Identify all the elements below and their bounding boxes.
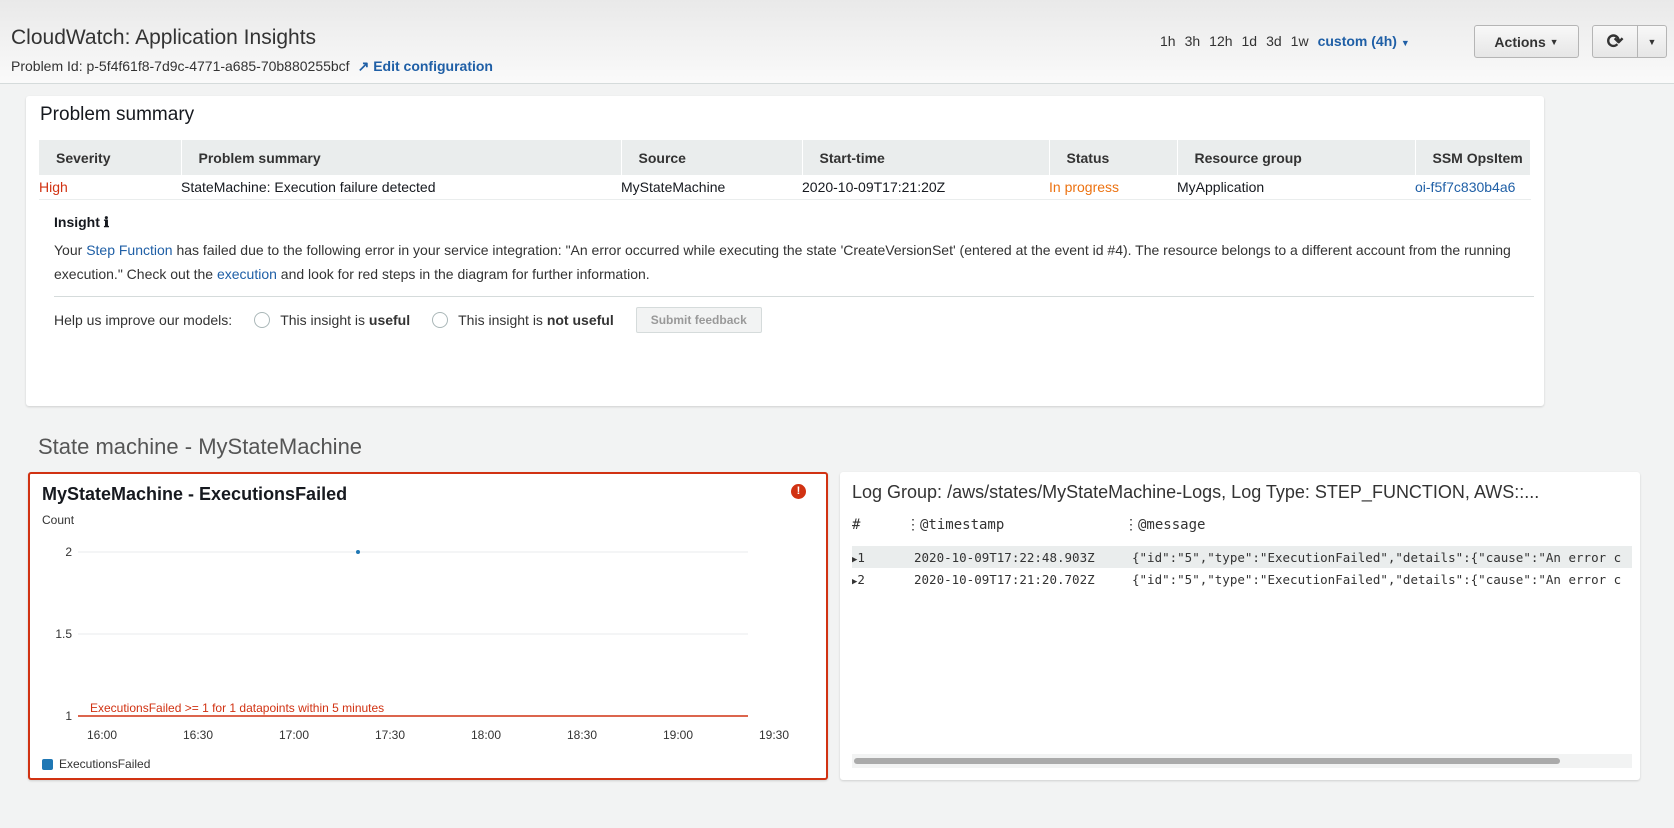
legend-swatch bbox=[42, 759, 53, 770]
insight-label: Insight bbox=[54, 214, 100, 230]
problem-summary: StateMachine: Execution failure detected bbox=[181, 175, 621, 200]
not-useful-option[interactable]: This insight is not useful bbox=[458, 312, 614, 328]
insight: Insight ℹ Your Step Function has failed … bbox=[54, 210, 1534, 286]
problem-summary-panel: Problem summary Severity Problem summary… bbox=[26, 96, 1544, 406]
log-timestamp: 2020-10-09T17:21:20.702Z bbox=[914, 571, 1095, 587]
legend-label: ExecutionsFailed bbox=[59, 757, 150, 771]
info-icon[interactable]: ℹ bbox=[104, 214, 109, 230]
col-number: # bbox=[852, 517, 861, 533]
refresh-options-button[interactable]: ▼ bbox=[1637, 25, 1667, 58]
log-message: {"id":"5","type":"ExecutionFailed","deta… bbox=[1132, 571, 1622, 587]
actions-label: Actions bbox=[1494, 33, 1546, 50]
time-range-selector: 1h 3h 12h 1d 3d 1w custom (4h) ▼ bbox=[1160, 33, 1410, 49]
range-1d[interactable]: 1d bbox=[1242, 33, 1258, 49]
range-1w[interactable]: 1w bbox=[1291, 33, 1309, 49]
col-severity[interactable]: Severity bbox=[39, 140, 182, 175]
option-emphasis: useful bbox=[368, 312, 411, 328]
col-timestamp[interactable]: ⋮@timestamp bbox=[906, 517, 1124, 533]
refresh-button[interactable]: ⟳ bbox=[1592, 25, 1638, 58]
x-tick-label: 19:00 bbox=[663, 728, 693, 742]
option-text: This insight is bbox=[458, 312, 547, 328]
problem-id-text: Problem Id: p-5f4f61f8-7d9c-4771-a685-70… bbox=[11, 58, 350, 74]
useful-option[interactable]: This insight is useful bbox=[280, 312, 410, 328]
log-row[interactable]: ▶2 2020-10-09T17:21:20.702Z {"id":"5","t… bbox=[852, 568, 1632, 590]
col-timestamp-label: @timestamp bbox=[920, 517, 1005, 533]
x-tick-label: 17:00 bbox=[279, 728, 309, 742]
section-title: State machine - MyStateMachine bbox=[38, 434, 363, 459]
insight-text: Your bbox=[54, 242, 87, 258]
edit-configuration-link[interactable]: ↗ Edit configuration bbox=[358, 58, 493, 74]
col-resource-group[interactable]: Resource group bbox=[1177, 140, 1416, 175]
range-1h[interactable]: 1h bbox=[1160, 33, 1176, 49]
range-3h[interactable]: 3h bbox=[1185, 33, 1201, 49]
y-tick-label: 2 bbox=[65, 545, 72, 559]
start-time: 2020-10-09T17:21:20Z bbox=[802, 175, 1049, 200]
feedback-bar: Help us improve our models: This insight… bbox=[54, 296, 1534, 333]
not-useful-radio[interactable] bbox=[432, 312, 449, 328]
step-function-link[interactable]: Step Function bbox=[86, 242, 172, 258]
x-tick-label: 19:30 bbox=[759, 728, 789, 742]
col-status[interactable]: Status bbox=[1049, 140, 1178, 175]
log-row-number: ▶2 bbox=[852, 571, 865, 587]
execution-link[interactable]: execution bbox=[217, 266, 277, 282]
page-title: CloudWatch: Application Insights bbox=[11, 26, 317, 49]
x-tick-label: 18:30 bbox=[567, 728, 597, 742]
chart-plot: Count 1 1.5 2 16:00 16:30 17:00 17:30 18:00 18:30… bbox=[42, 513, 789, 771]
external-link-icon: ↗ bbox=[357, 58, 374, 74]
feedback-label: Help us improve our models: bbox=[54, 312, 233, 328]
col-start-time[interactable]: Start-time bbox=[802, 140, 1050, 175]
col-problem-summary[interactable]: Problem summary bbox=[181, 140, 622, 175]
horizontal-scrollbar[interactable] bbox=[852, 754, 1632, 768]
problem-table: Severity Problem summary Source Start-ti… bbox=[39, 140, 1531, 200]
col-source[interactable]: Source bbox=[621, 140, 803, 175]
panel-title: Problem summary bbox=[40, 104, 195, 125]
option-text: This insight is bbox=[280, 312, 369, 328]
log-widget: Log Group: /aws/states/MyStateMachine-Lo… bbox=[840, 472, 1640, 780]
data-point bbox=[356, 550, 360, 554]
executions-failed-widget: MyStateMachine - ExecutionsFailed ! Coun… bbox=[28, 472, 828, 780]
log-row[interactable]: ▶1 2020-10-09T17:22:48.903Z {"id":"5","t… bbox=[852, 546, 1632, 568]
range-custom[interactable]: custom (4h) ▼ bbox=[1318, 33, 1410, 49]
y-tick-label: 1 bbox=[65, 709, 72, 723]
log-timestamp: 2020-10-09T17:22:48.903Z bbox=[914, 549, 1095, 565]
range-12h[interactable]: 12h bbox=[1209, 33, 1232, 49]
log-title: Log Group: /aws/states/MyStateMachine-Lo… bbox=[852, 482, 1540, 502]
resource-group: MyApplication bbox=[1177, 175, 1415, 200]
scrollbar-thumb[interactable] bbox=[854, 758, 1560, 764]
log-message: {"id":"5","type":"ExecutionFailed","deta… bbox=[1132, 549, 1622, 565]
y-tick-label: 1.5 bbox=[55, 627, 72, 641]
range-custom-label: custom (4h) bbox=[1317, 33, 1397, 49]
range-3d[interactable]: 3d bbox=[1266, 33, 1282, 49]
x-tick-label: 17:30 bbox=[375, 728, 405, 742]
chevron-down-icon: ▼ bbox=[1549, 36, 1559, 47]
col-message[interactable]: ⋮@message bbox=[1124, 517, 1205, 533]
ssm-opsitem-link[interactable]: oi-f5f7c830b4a6 bbox=[1415, 175, 1531, 200]
edit-label: Edit configuration bbox=[373, 58, 493, 74]
option-emphasis: not useful bbox=[546, 312, 614, 328]
source: MyStateMachine bbox=[621, 175, 802, 200]
x-tick-label: 18:00 bbox=[471, 728, 501, 742]
actions-button[interactable]: Actions ▼ bbox=[1474, 25, 1579, 58]
insight-text: and look for red steps in the diagram fo… bbox=[276, 266, 650, 282]
refresh-icon: ⟳ bbox=[1606, 31, 1624, 53]
x-tick-label: 16:00 bbox=[87, 728, 117, 742]
threshold-label: ExecutionsFailed >= 1 for 1 datapoints w… bbox=[90, 701, 384, 715]
table-row: High StateMachine: Execution failure det… bbox=[39, 175, 1531, 200]
problem-id: Problem Id: p-5f4f61f8-7d9c-4771-a685-70… bbox=[11, 58, 493, 75]
chevron-down-icon: ▼ bbox=[1400, 38, 1410, 48]
status-badge: In progress bbox=[1049, 175, 1177, 200]
col-ssm-opsitem[interactable]: SSM OpsItem bbox=[1415, 140, 1531, 175]
x-tick-label: 16:30 bbox=[183, 728, 213, 742]
useful-radio[interactable] bbox=[254, 312, 271, 328]
col-message-label: @message bbox=[1138, 517, 1206, 533]
log-header: # ⋮@timestamp ⋮@message bbox=[852, 514, 1632, 536]
severity: High bbox=[39, 175, 181, 200]
header: CloudWatch: Application Insights Problem… bbox=[0, 0, 1674, 84]
y-axis-label: Count bbox=[42, 513, 75, 527]
submit-feedback-button[interactable]: Submit feedback bbox=[635, 307, 762, 333]
chevron-down-icon: ▼ bbox=[1647, 36, 1657, 47]
log-row-number: ▶1 bbox=[852, 549, 865, 565]
